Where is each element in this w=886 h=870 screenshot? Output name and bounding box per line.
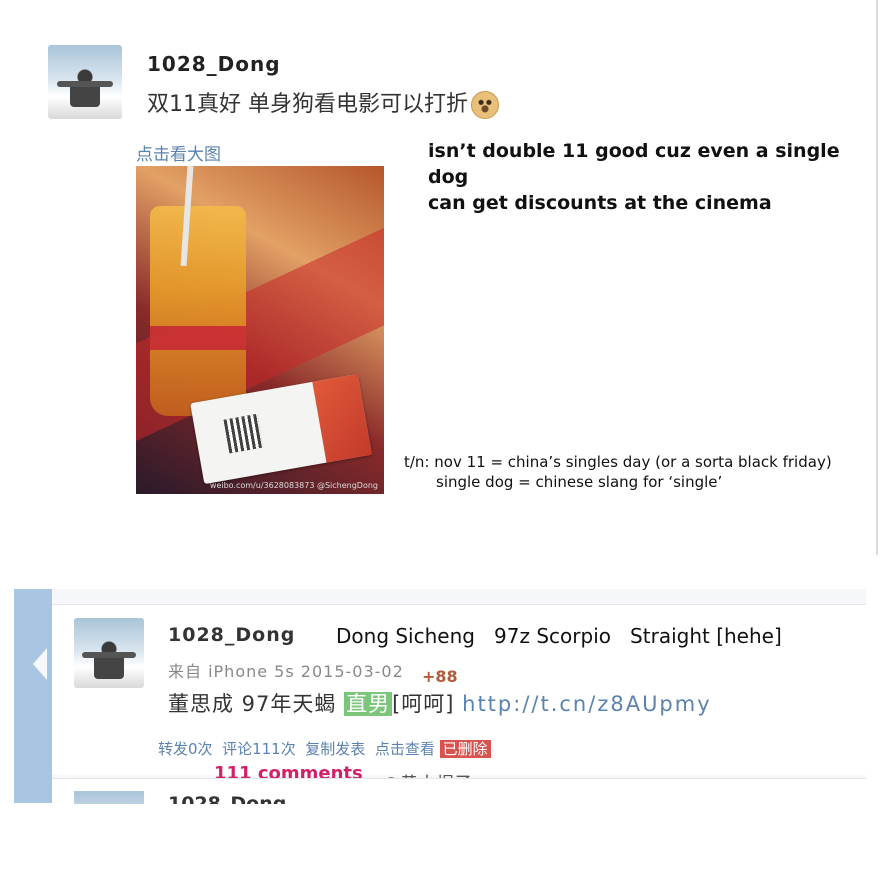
post-text-content: 双11真好 单身狗看电影可以打折 bbox=[147, 92, 468, 117]
view-large-link[interactable]: 点击看大图 bbox=[136, 140, 221, 165]
avatar[interactable] bbox=[74, 791, 144, 804]
post-source: 来自 iPhone 5s bbox=[168, 662, 295, 681]
note-line-2: single dog = chinese slang for ‘single’ bbox=[436, 473, 723, 491]
post-photo[interactable]: weibo.com/u/3628083873 @SichengDong bbox=[136, 166, 384, 494]
caption-line-2: can get discounts at the cinema bbox=[428, 192, 772, 214]
deleted-badge: 已删除 bbox=[439, 740, 491, 758]
avatar-arms bbox=[56, 80, 114, 87]
divider-line bbox=[876, 0, 878, 555]
post-date[interactable]: 2015-03-02 bbox=[301, 662, 404, 681]
post-text: 双11真好 单身狗看电影可以打折 bbox=[147, 86, 499, 119]
qr-code-icon bbox=[223, 413, 263, 454]
view-button[interactable]: 点击查看 bbox=[375, 740, 435, 758]
post-body: 董思成 97年天蝎 直男[呵呵] http://t.cn/z8AUpmy bbox=[168, 688, 712, 718]
copy-button[interactable]: 复制发表 bbox=[305, 740, 365, 758]
sidebar-strip bbox=[14, 589, 52, 803]
translation-annotation: Dong Sicheng 97z Scorpio Straight [hehe] bbox=[336, 624, 782, 648]
avatar[interactable] bbox=[74, 618, 144, 688]
avatar-arms bbox=[82, 651, 136, 658]
plus-count: +88 bbox=[422, 667, 458, 686]
doge-emoji-icon bbox=[471, 91, 499, 119]
straight-tag: 直男 bbox=[344, 692, 393, 716]
username[interactable]: 1028_Dong bbox=[168, 793, 286, 804]
comment-button[interactable]: 评论111次 bbox=[222, 740, 296, 758]
post-meta: 来自 iPhone 5s 2015-03-02 bbox=[168, 658, 404, 682]
hehe-emote: [呵呵] bbox=[392, 692, 463, 716]
cup-band bbox=[150, 326, 246, 350]
note-line-1: t/n: nov 11 = china’s singles day (or a … bbox=[404, 453, 832, 471]
username[interactable]: 1028_Dong bbox=[168, 624, 295, 646]
photo-watermark: weibo.com/u/3628083873 @SichengDong bbox=[209, 481, 378, 490]
drink-cup bbox=[150, 206, 246, 416]
next-feed-item: 1028_Dong bbox=[52, 778, 866, 804]
avatar-figure bbox=[70, 67, 100, 108]
avatar-figure bbox=[94, 639, 124, 679]
caption-line-1: isn’t double 11 good cuz even a single d… bbox=[428, 140, 840, 188]
repost-button[interactable]: 转发0次 bbox=[158, 740, 213, 758]
translator-note: t/n: nov 11 = china’s singles day (or a … bbox=[404, 452, 832, 492]
body-text: 董思成 97年天蝎 bbox=[168, 692, 345, 716]
sidebar-arrow-icon bbox=[33, 648, 47, 680]
avatar[interactable] bbox=[48, 45, 122, 119]
post-actions: 转发0次 评论111次 复制发表 点击查看 已删除 bbox=[158, 738, 491, 759]
ticket-stripe bbox=[312, 373, 372, 463]
short-link[interactable]: http://t.cn/z8AUpmy bbox=[462, 692, 712, 716]
translation-caption: isn’t double 11 good cuz even a single d… bbox=[428, 138, 886, 216]
username[interactable]: 1028_Dong bbox=[147, 52, 281, 76]
